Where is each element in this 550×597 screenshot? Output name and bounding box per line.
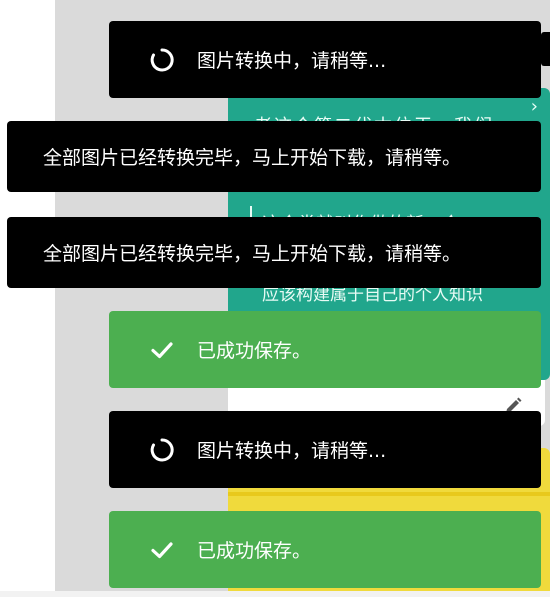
left-panel	[0, 0, 55, 597]
toast-info: 全部图片已经转换完毕，马上开始下载，请稍等。	[7, 217, 541, 288]
check-icon	[149, 337, 175, 363]
toast-message: 全部图片已经转换完毕，马上开始下载，请稍等。	[43, 147, 462, 169]
spinner-icon	[149, 437, 175, 463]
toast-message: 图片转换中，请稍等...	[197, 440, 387, 462]
toast-message: 已成功保存。	[197, 340, 312, 362]
toast-loading: 图片转换中，请稍等...	[109, 411, 541, 488]
scroll-edge	[541, 32, 550, 66]
toast-success: 已成功保存。	[109, 311, 541, 388]
toast-message: 全部图片已经转换完毕，马上开始下载，请稍等。	[43, 243, 462, 265]
toast-loading: 图片转换中，请稍等...	[109, 21, 541, 98]
toast-info: 全部图片已经转换完毕，马上开始下载，请稍等。	[7, 121, 541, 192]
check-icon	[149, 537, 175, 563]
chevron-right-icon[interactable]: ›	[531, 96, 538, 117]
toast-message: 图片转换中，请稍等...	[197, 50, 387, 72]
toast-success: 已成功保存。	[109, 511, 541, 588]
toast-message: 已成功保存。	[197, 540, 312, 562]
bottom-strip	[0, 591, 550, 597]
spinner-icon	[149, 47, 175, 73]
note-card-yellow-border	[228, 492, 550, 496]
